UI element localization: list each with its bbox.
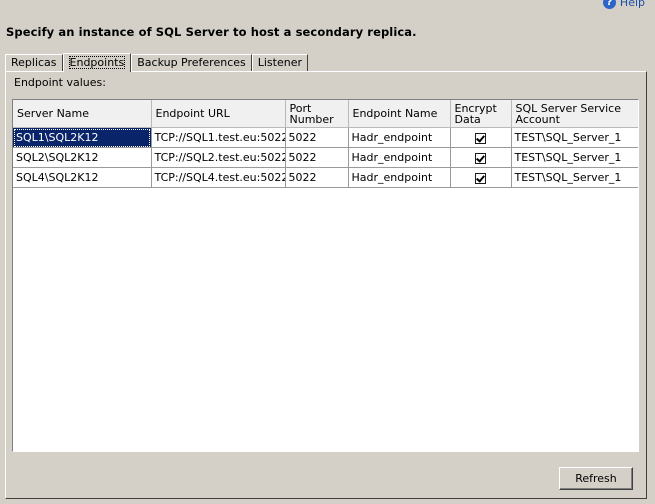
encrypt-data-checkbox[interactable] bbox=[475, 152, 486, 164]
encrypt-data-cell bbox=[450, 127, 512, 148]
encrypt-data-cell bbox=[450, 167, 512, 188]
help-link[interactable]: ? Help bbox=[602, 0, 645, 9]
endpoint-name-cell[interactable]: Hadr_endpoint bbox=[348, 167, 451, 188]
help-icon: ? bbox=[602, 0, 616, 9]
server-name-cell[interactable]: SQL1\SQL2K12 bbox=[13, 127, 152, 148]
endpoint-values-label: Endpoint values: bbox=[14, 76, 106, 89]
endpoints-grid[interactable]: Server Name Endpoint URL Port Number End… bbox=[12, 99, 639, 452]
tab-label: Backup Preferences bbox=[137, 56, 246, 69]
table-row[interactable]: SQL4\SQL2K12 TCP://SQL4.test.eu:5022 502… bbox=[13, 167, 638, 188]
encrypt-data-cell bbox=[450, 147, 512, 168]
table-row[interactable]: SQL2\SQL2K12 TCP://SQL2.test.eu:5022 502… bbox=[13, 147, 638, 168]
help-label: Help bbox=[619, 0, 645, 9]
refresh-label: Refresh bbox=[575, 472, 617, 485]
tab-endpoints[interactable]: Endpoints bbox=[62, 53, 132, 72]
port-number-cell[interactable]: 5022 bbox=[285, 167, 349, 188]
tab-label: Replicas bbox=[11, 56, 57, 69]
endpoints-panel: Endpoint values: Server Name Endpoint UR… bbox=[5, 71, 647, 499]
service-account-cell[interactable]: TEST\SQL_Server_1 bbox=[511, 127, 638, 148]
endpoint-url-cell[interactable]: TCP://SQL4.test.eu:5022 bbox=[151, 167, 286, 188]
service-account-cell[interactable]: TEST\SQL_Server_1 bbox=[511, 147, 638, 168]
tab-listener[interactable]: Listener bbox=[251, 54, 309, 71]
tab-replicas[interactable]: Replicas bbox=[5, 54, 63, 71]
header-row: Server Name Endpoint URL Port Number End… bbox=[13, 100, 638, 128]
column-header-endpoint-name[interactable]: Endpoint Name bbox=[348, 100, 451, 128]
server-name-cell[interactable]: SQL2\SQL2K12 bbox=[13, 147, 152, 168]
endpoint-name-cell[interactable]: Hadr_endpoint bbox=[348, 147, 451, 168]
column-header-port-number[interactable]: Port Number bbox=[285, 100, 349, 128]
port-number-cell[interactable]: 5022 bbox=[285, 127, 349, 148]
column-header-service-account[interactable]: SQL Server Service Account bbox=[511, 100, 638, 128]
page-title: Specify an instance of SQL Server to hos… bbox=[6, 25, 417, 39]
table-row[interactable]: SQL1\SQL2K12 TCP://SQL1.test.eu:5022 502… bbox=[13, 127, 638, 148]
column-header-endpoint-url[interactable]: Endpoint URL bbox=[151, 100, 286, 128]
column-header-server-name[interactable]: Server Name bbox=[13, 100, 152, 128]
tab-strip: Replicas Endpoints Backup Preferences Li… bbox=[5, 52, 309, 72]
column-header-encrypt-data[interactable]: Encrypt Data bbox=[450, 100, 512, 128]
server-name-cell[interactable]: SQL4\SQL2K12 bbox=[13, 167, 152, 188]
tab-label: Endpoints bbox=[68, 56, 126, 69]
endpoints-table: Server Name Endpoint URL Port Number End… bbox=[13, 100, 638, 188]
encrypt-data-checkbox[interactable] bbox=[475, 132, 486, 144]
tab-label: Listener bbox=[257, 56, 303, 69]
refresh-button[interactable]: Refresh bbox=[559, 467, 633, 490]
endpoint-url-cell[interactable]: TCP://SQL1.test.eu:5022 bbox=[151, 127, 286, 148]
service-account-cell[interactable]: TEST\SQL_Server_1 bbox=[511, 167, 638, 188]
endpoint-name-cell[interactable]: Hadr_endpoint bbox=[348, 127, 451, 148]
tab-backup-preferences[interactable]: Backup Preferences bbox=[131, 54, 252, 71]
endpoint-url-cell[interactable]: TCP://SQL2.test.eu:5022 bbox=[151, 147, 286, 168]
port-number-cell[interactable]: 5022 bbox=[285, 147, 349, 168]
encrypt-data-checkbox[interactable] bbox=[475, 172, 486, 184]
